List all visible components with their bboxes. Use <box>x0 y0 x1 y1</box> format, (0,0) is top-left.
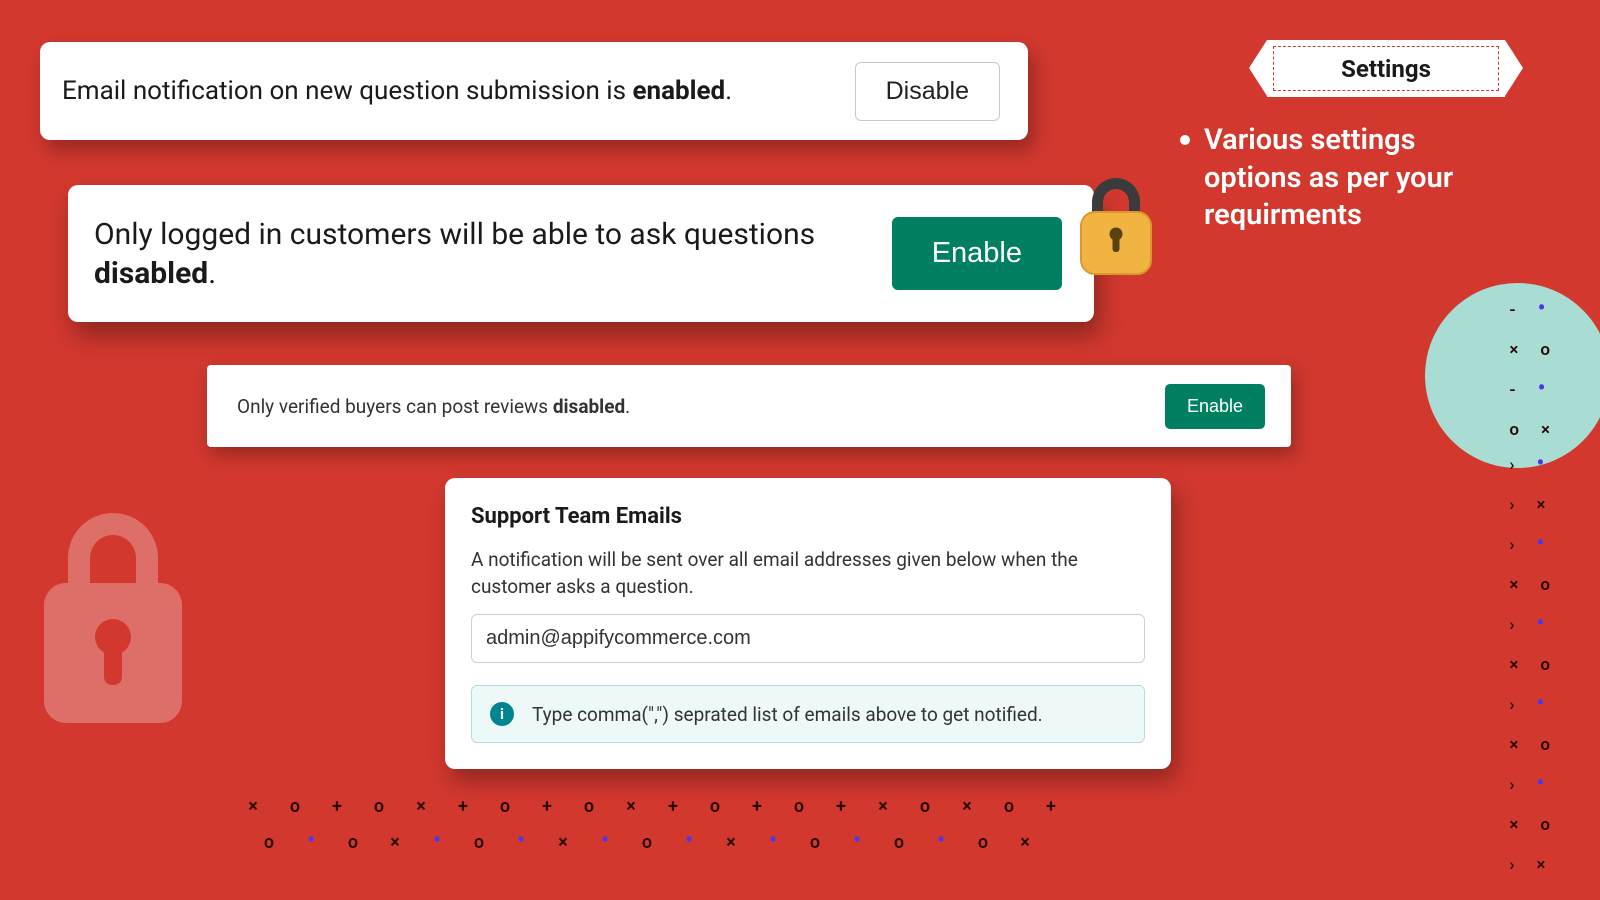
text-suffix: . <box>208 256 216 291</box>
text-prefix: Only verified buyers can post reviews <box>237 395 553 418</box>
setting-card-verified-buyers: Only verified buyers can post reviews di… <box>207 365 1291 447</box>
enable-button[interactable]: Enable <box>892 217 1062 290</box>
text-suffix: . <box>625 395 630 418</box>
info-icon: i <box>490 702 514 726</box>
setting-card-logged-in-questions: Only logged in customers will be able to… <box>68 185 1094 322</box>
info-message: Type comma(",") seprated list of emails … <box>532 703 1043 726</box>
lock-icon <box>1068 172 1164 282</box>
decoration-row: o•o× •o•× •o•× •o•o •o× <box>249 832 1047 853</box>
setting-text: Only logged in customers will be able to… <box>94 215 834 293</box>
status-word: enabled <box>632 76 725 106</box>
status-word: disabled <box>94 256 208 291</box>
side-text-content: Various settings options as per your req… <box>1204 122 1515 235</box>
text-prefix: Email notification on new question submi… <box>62 76 632 106</box>
support-team-emails-card: Support Team Emails A notification will … <box>445 478 1171 769</box>
bullet-dot-icon <box>1180 135 1190 145</box>
text-prefix: Only logged in customers will be able to… <box>94 217 815 252</box>
setting-text: Only verified buyers can post reviews di… <box>237 395 630 418</box>
settings-ribbon: Settings <box>1267 40 1505 97</box>
decoration-column: -• ×o -• o× <box>1509 300 1550 440</box>
support-emails-input[interactable] <box>471 614 1145 663</box>
info-banner: i Type comma(",") seprated list of email… <box>471 685 1145 743</box>
decoration-column: ›• ›× ›• ×o ›• ×o ›• ×o ›• ×o ›× <box>1509 455 1550 875</box>
status-word: disabled <box>553 395 625 418</box>
big-lock-icon <box>26 505 201 735</box>
disable-button[interactable]: Disable <box>855 62 1000 121</box>
ribbon-inner: Settings <box>1273 46 1499 91</box>
card-description: A notification will be sent over all ema… <box>471 547 1145 600</box>
ribbon-label: Settings <box>1341 55 1431 83</box>
decoration-row: ×o+o ×+o+ o×+o +o+× o×o+ <box>233 796 1073 817</box>
text-suffix: . <box>725 76 732 106</box>
side-bullet-text: Various settings options as per your req… <box>1180 122 1515 235</box>
setting-card-email-notification: Email notification on new question submi… <box>40 42 1028 140</box>
card-title: Support Team Emails <box>471 504 1145 529</box>
enable-button[interactable]: Enable <box>1165 384 1265 429</box>
setting-text: Email notification on new question submi… <box>62 76 732 106</box>
